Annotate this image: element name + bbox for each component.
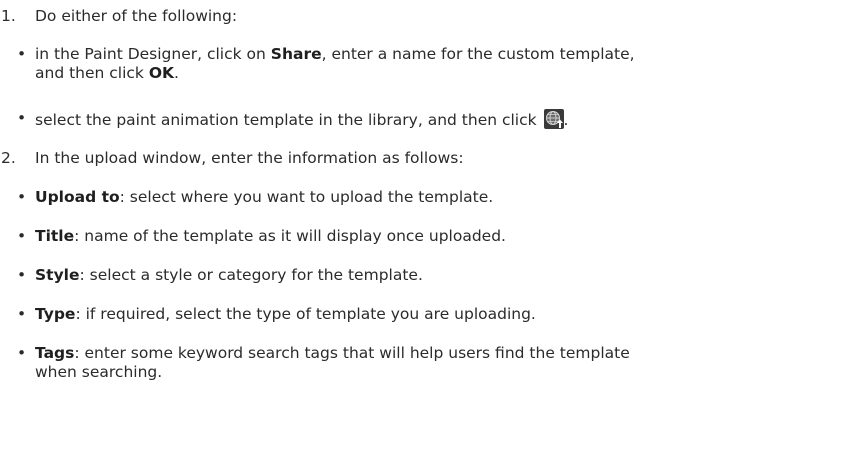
list-item-text: in the Paint Designer, click on Share, e… xyxy=(35,45,825,83)
text-segment: . xyxy=(174,64,179,82)
field-description: : name of the template as it will displa… xyxy=(74,227,506,245)
field-description: : select a style or category for the tem… xyxy=(79,266,423,284)
list-item-text: Upload to: select where you want to uplo… xyxy=(35,188,825,207)
step-number: 1. xyxy=(1,7,16,25)
bullet-icon: • xyxy=(17,188,27,206)
step-number: 2. xyxy=(1,149,16,167)
field-description: when searching. xyxy=(35,363,163,381)
text-segment: , enter a name for the custom template, xyxy=(321,45,635,63)
bullet-icon: • xyxy=(17,227,27,245)
bullet-icon: • xyxy=(17,45,27,63)
text-segment: . xyxy=(563,111,569,129)
bullet-icon: • xyxy=(17,109,27,127)
list-item-text: select the paint animation template in t… xyxy=(35,109,825,130)
step-text: In the upload window, enter the informat… xyxy=(35,149,464,167)
field-term: Type xyxy=(35,305,76,323)
field-description: : enter some keyword search tags that wi… xyxy=(74,344,630,362)
text-segment: and then click xyxy=(35,64,149,82)
text-segment: select the paint animation template in t… xyxy=(35,111,542,129)
step-text: Do either of the following: xyxy=(35,7,238,25)
ok-term: OK xyxy=(148,64,175,82)
bullet-icon: • xyxy=(17,305,27,323)
list-item-text: Type: if required, select the type of te… xyxy=(35,305,825,324)
field-term: Upload to xyxy=(35,188,120,206)
field-term: Style xyxy=(35,266,80,284)
bullet-icon: • xyxy=(17,266,27,284)
field-term: Tags xyxy=(35,344,75,362)
text-segment: in the Paint Designer, click on xyxy=(35,45,271,63)
list-item-text: Title: name of the template as it will d… xyxy=(35,227,825,246)
list-item-text: Style: select a style or category for th… xyxy=(35,266,825,285)
field-term: Title xyxy=(35,227,75,245)
field-description: : select where you want to upload the te… xyxy=(119,188,494,206)
field-description: : if required, select the type of templa… xyxy=(75,305,536,323)
list-item-text: Tags: enter some keyword search tags tha… xyxy=(35,344,825,382)
globe-upload-icon xyxy=(543,109,564,129)
share-term: Share xyxy=(270,45,322,63)
bullet-icon: • xyxy=(17,344,27,362)
